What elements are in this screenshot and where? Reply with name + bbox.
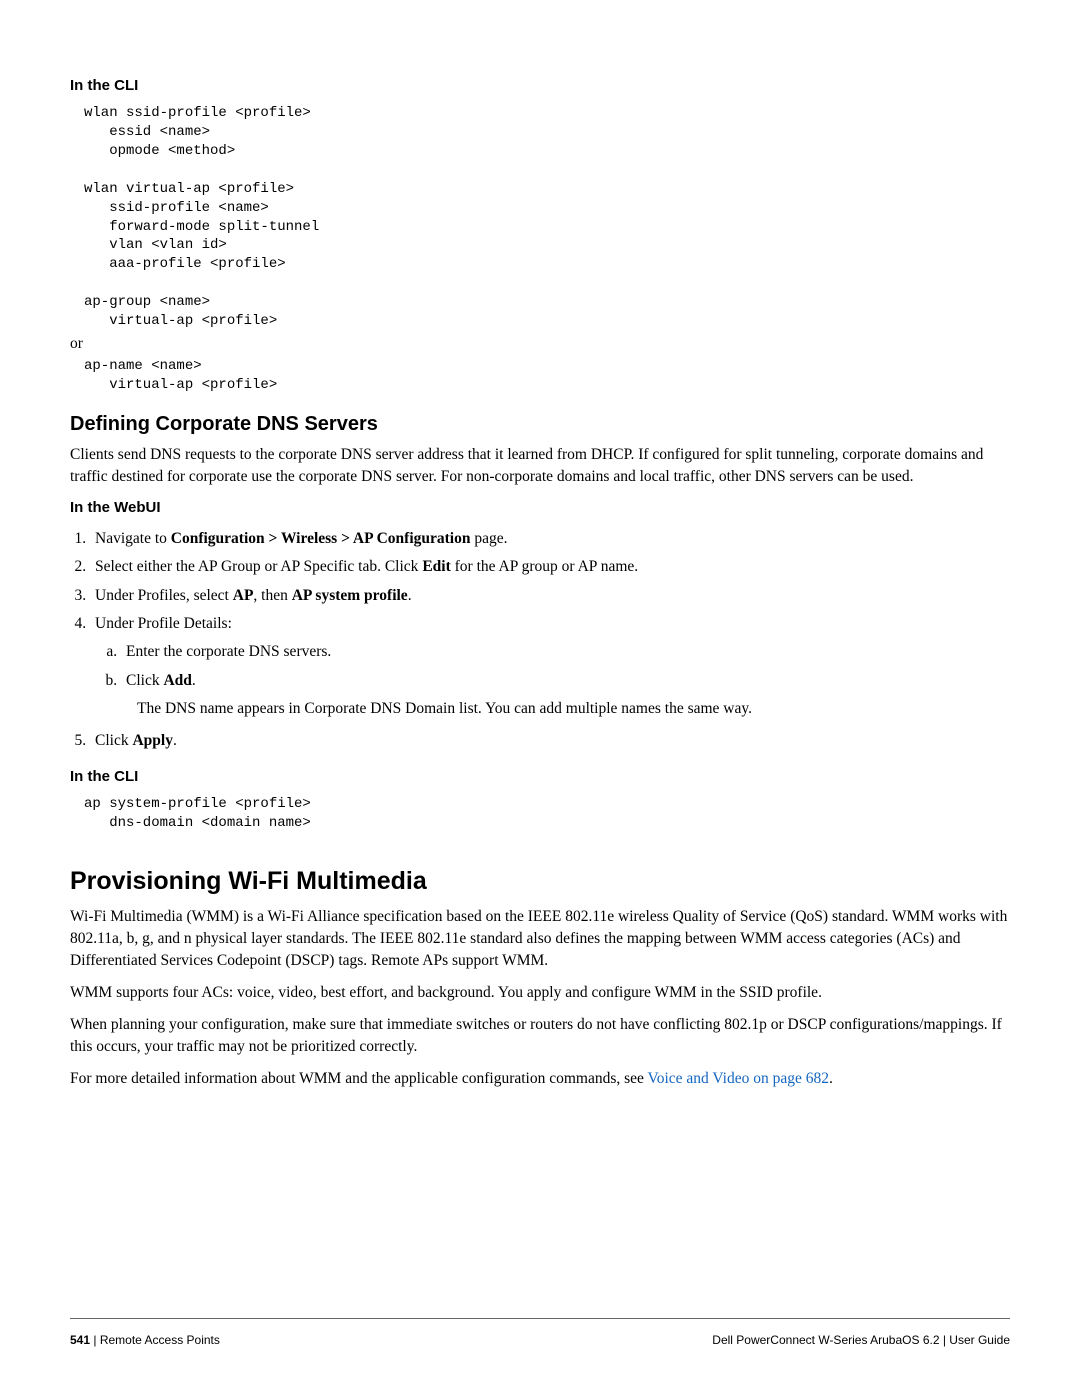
wifi-paragraph-1: Wi-Fi Multimedia (WMM) is a Wi-Fi Allian…: [70, 906, 1010, 972]
dns-intro-paragraph: Clients send DNS requests to the corpora…: [70, 444, 1010, 488]
step-4a: Enter the corporate DNS servers.: [121, 639, 1010, 665]
heading-defining-dns: Defining Corporate DNS Servers: [70, 413, 1010, 436]
or-separator: or: [70, 335, 1010, 353]
step-4: Under Profile Details: Enter the corpora…: [90, 611, 1010, 722]
step-4b-note: The DNS name appears in Corporate DNS Do…: [137, 696, 1010, 722]
step-3: Under Profiles, select AP, then AP syste…: [90, 583, 1010, 609]
code-block-1: wlan ssid-profile <profile> essid <name>…: [84, 104, 1010, 331]
webui-steps-list: Navigate to Configuration > Wireless > A…: [70, 526, 1010, 755]
page-number: 541: [70, 1333, 90, 1347]
code-block-2: ap-name <name> virtual-ap <profile>: [84, 357, 1010, 395]
heading-in-the-cli-2: In the CLI: [70, 767, 1010, 787]
heading-in-the-webui: In the WebUI: [70, 498, 1010, 518]
page-footer: 541 | Remote Access Points Dell PowerCon…: [70, 1318, 1010, 1347]
footer-left: 541 | Remote Access Points: [70, 1333, 220, 1347]
step-4-sublist: Enter the corporate DNS servers. Click A…: [95, 639, 1010, 694]
step-2: Select either the AP Group or AP Specifi…: [90, 554, 1010, 580]
voice-video-link[interactable]: Voice and Video on page 682: [648, 1070, 829, 1087]
footer-right: Dell PowerConnect W-Series ArubaOS 6.2 |…: [712, 1333, 1010, 1347]
wifi-paragraph-3: When planning your configuration, make s…: [70, 1014, 1010, 1058]
heading-in-the-cli-1: In the CLI: [70, 76, 1010, 96]
wifi-paragraph-2: WMM supports four ACs: voice, video, bes…: [70, 982, 1010, 1004]
wifi-paragraph-4: For more detailed information about WMM …: [70, 1068, 1010, 1090]
footer-chapter: Remote Access Points: [100, 1333, 220, 1347]
heading-provisioning-wifi: Provisioning Wi-Fi Multimedia: [70, 867, 1010, 896]
step-5: Click Apply.: [90, 728, 1010, 754]
footer-doc-type: User Guide: [949, 1333, 1010, 1347]
code-block-3: ap system-profile <profile> dns-domain <…: [84, 795, 1010, 833]
step-1: Navigate to Configuration > Wireless > A…: [90, 526, 1010, 552]
step-4b: Click Add.: [121, 668, 1010, 694]
document-page: In the CLI wlan ssid-profile <profile> e…: [0, 0, 1080, 1090]
footer-product: Dell PowerConnect W-Series ArubaOS 6.2: [712, 1333, 939, 1347]
